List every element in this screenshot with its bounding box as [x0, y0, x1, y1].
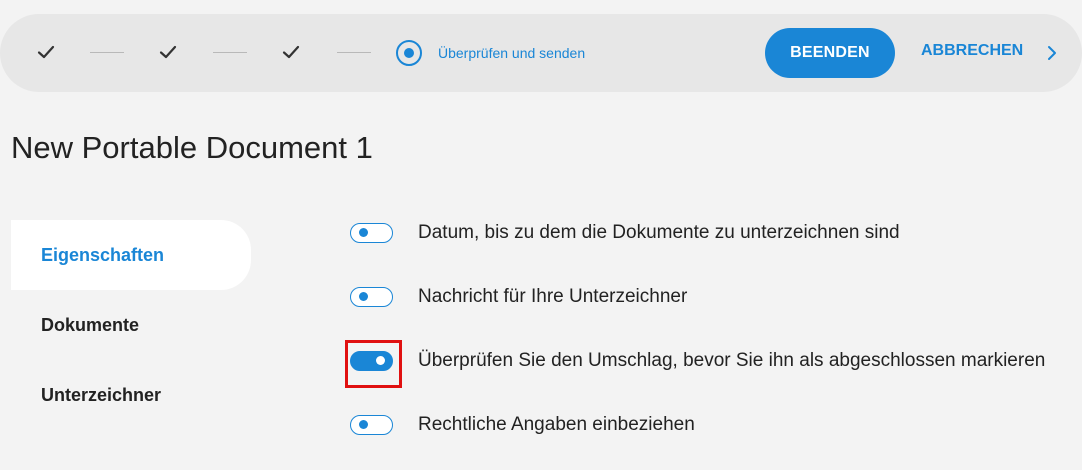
step-3-check-icon[interactable] — [280, 41, 302, 63]
option-row-due-date: Datum, bis zu dem die Dokumente zu unter… — [350, 220, 900, 246]
stepper-bar: Überprüfen und senden BEENDEN ABBRECHEN — [0, 14, 1082, 92]
step-2-check-icon[interactable] — [157, 41, 179, 63]
option-row-legal-info: Rechtliche Angaben einbeziehen — [350, 412, 695, 438]
sidebar-item-dokumente[interactable]: Dokumente — [11, 290, 251, 360]
step-1-check-icon[interactable] — [35, 41, 57, 63]
option-row-signer-message: Nachricht für Ihre Unterzeichner — [350, 284, 687, 310]
chevron-right-icon[interactable] — [1045, 44, 1059, 62]
legal-info-label: Rechtliche Angaben einbeziehen — [418, 414, 695, 435]
sidebar-item-eigenschaften[interactable]: Eigenschaften — [11, 220, 251, 290]
sidebar-item-unterzeichner[interactable]: Unterzeichner — [11, 360, 251, 430]
signer-message-label: Nachricht für Ihre Unterzeichner — [418, 286, 688, 307]
current-step-indicator-icon — [396, 40, 422, 66]
due-date-label: Datum, bis zu dem die Dokumente zu unter… — [418, 222, 900, 243]
page-title: New Portable Document 1 — [11, 130, 373, 165]
review-envelope-label: Überprüfen Sie den Umschlag, bevor Sie i… — [418, 350, 1046, 371]
finish-button[interactable]: BEENDEN — [765, 28, 895, 78]
signer-message-toggle[interactable] — [350, 287, 393, 307]
current-step-label: Überprüfen und senden — [438, 45, 586, 61]
cancel-button[interactable]: ABBRECHEN — [921, 42, 1023, 60]
highlight-box — [345, 340, 402, 388]
option-row-review-envelope: Überprüfen Sie den Umschlag, bevor Sie i… — [350, 348, 1045, 374]
step-connector — [90, 52, 124, 53]
legal-info-toggle[interactable] — [350, 415, 393, 435]
step-connector — [213, 52, 247, 53]
step-connector — [337, 52, 371, 53]
due-date-toggle[interactable] — [350, 223, 393, 243]
